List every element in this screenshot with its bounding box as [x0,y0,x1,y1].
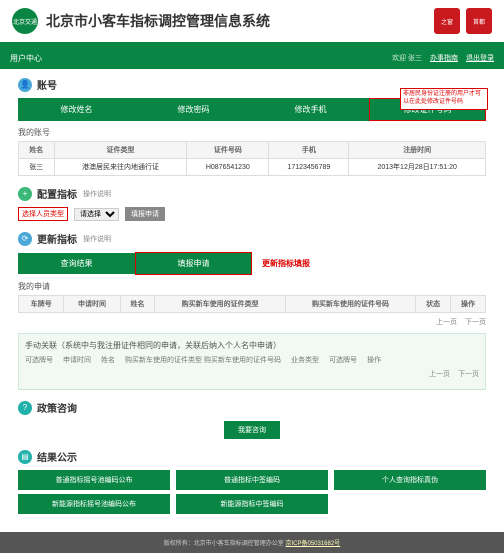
page-title: 北京市小客车指标调控管理信息系统 [46,11,428,31]
logo-icon: 北京交通 [12,8,38,34]
modify-phone-button[interactable]: 修改手机 [252,98,369,121]
footer-text: 版权所有：北京市小客车指标调控管理办公室 [164,541,284,547]
refresh-icon: ⟳ [18,232,32,246]
result-btn-1[interactable]: 普通指标摇号池编码公布 [18,470,170,490]
account-table: 姓名 证件类型 证件号码 手机 注册时间 张三 港澳居民来往内地通行证 H087… [18,141,486,176]
update-title: 更新指标 [37,231,77,246]
welcome-text: 欢迎 张三 [392,53,422,63]
person-type-label: 选择人员类型 [18,207,68,221]
list-icon: ▤ [18,450,32,464]
query-result-button[interactable]: 查询结果 [18,253,135,274]
fill-apply-button[interactable]: 填报申请 [135,252,252,275]
user-icon: 👤 [18,78,32,92]
header: 北京交通 北京市小客车指标调控管理信息系统 之窗 首都 [0,0,504,47]
footer: 版权所有：北京市小客车指标调控管理办公室 京ICP备05031682号 [0,532,504,553]
modify-name-button[interactable]: 修改姓名 [18,98,135,121]
result-btn-5[interactable]: 新能源指标中签编码 [176,494,328,514]
th-phone: 手机 [269,142,349,159]
next-page[interactable]: 下一页 [465,317,486,327]
navbar: 用户中心 欢迎 张三 办事指南 退出登录 [0,47,504,69]
icp-link[interactable]: 京ICP备05031682号 [285,541,340,547]
config-apply-button[interactable]: 填报申请 [125,207,165,221]
seal-icon-1: 之窗 [434,8,460,34]
result-btn-4[interactable]: 新能源指标摇号池编码公布 [18,494,170,514]
config-title: 配置指标 [37,186,77,201]
result-btn-2[interactable]: 普通指标中签编码 [176,470,328,490]
th-name: 姓名 [19,142,55,159]
section-config: + 配置指标 操作说明 选择人员类型 请选择 填报申请 [18,186,486,221]
section-result: ▤ 结果公示 普通指标摇号池编码公布 普通指标中签编码 个人查询指标真伪 新能源… [18,449,486,514]
account-title: 账号 [37,77,57,92]
section-account: 👤 账号 修改姓名 修改密码 修改手机 修改证件号码 非居民身份证注册的用户才可… [18,77,486,176]
chat-icon: ? [18,401,32,415]
nav-user-center[interactable]: 用户中心 [10,53,42,64]
section-policy: ? 政策咨询 我要咨询 [18,400,486,439]
result-btn-3[interactable]: 个人查询指标真伪 [334,470,486,490]
person-type-select[interactable]: 请选择 [74,208,119,221]
update-red-note: 更新指标填报 [262,258,310,269]
plus-icon: + [18,187,32,201]
config-sub[interactable]: 操作说明 [83,189,111,199]
update-sub[interactable]: 操作说明 [83,234,111,244]
policy-title: 政策咨询 [37,400,77,415]
apply-table: 车牌号 申请时间 姓名 购买新车使用的证件类型 购买新车使用的证件号码 状态 操… [18,295,486,313]
section-update: ⟳ 更新指标 操作说明 查询结果 填报申请 更新指标填报 我的申请 车牌号 申请… [18,231,486,390]
my-account-label: 我的账号 [18,127,486,138]
my-apply-label: 我的申请 [18,281,486,292]
nav-logout-link[interactable]: 退出登录 [466,53,494,63]
modify-password-button[interactable]: 修改密码 [135,98,252,121]
panel-next[interactable]: 下一页 [458,369,479,379]
th-regtime: 注册时间 [349,142,486,159]
th-idtype: 证件类型 [54,142,187,159]
panel-title: 手动关联（系统中与我注册证件相同的申请，关联后纳入个人名中申请） [25,340,479,351]
table-row: 张三 港澳居民来往内地通行证 H0876541230 17123456789 2… [19,159,486,176]
panel-prev[interactable]: 上一页 [429,369,450,379]
prev-page[interactable]: 上一页 [436,317,457,327]
consult-button[interactable]: 我要咨询 [224,421,280,439]
seal-icon-2: 首都 [466,8,492,34]
manual-link-panel: 手动关联（系统中与我注册证件相同的申请，关联后纳入个人名中申请） 可选牌号 申请… [18,333,486,390]
nav-guide-link[interactable]: 办事指南 [430,53,458,63]
callout-idcard: 非居民身份证注册的用户才可以在此处修改证件号码 [400,88,488,110]
result-title: 结果公示 [37,449,77,464]
th-idno: 证件号码 [187,142,269,159]
